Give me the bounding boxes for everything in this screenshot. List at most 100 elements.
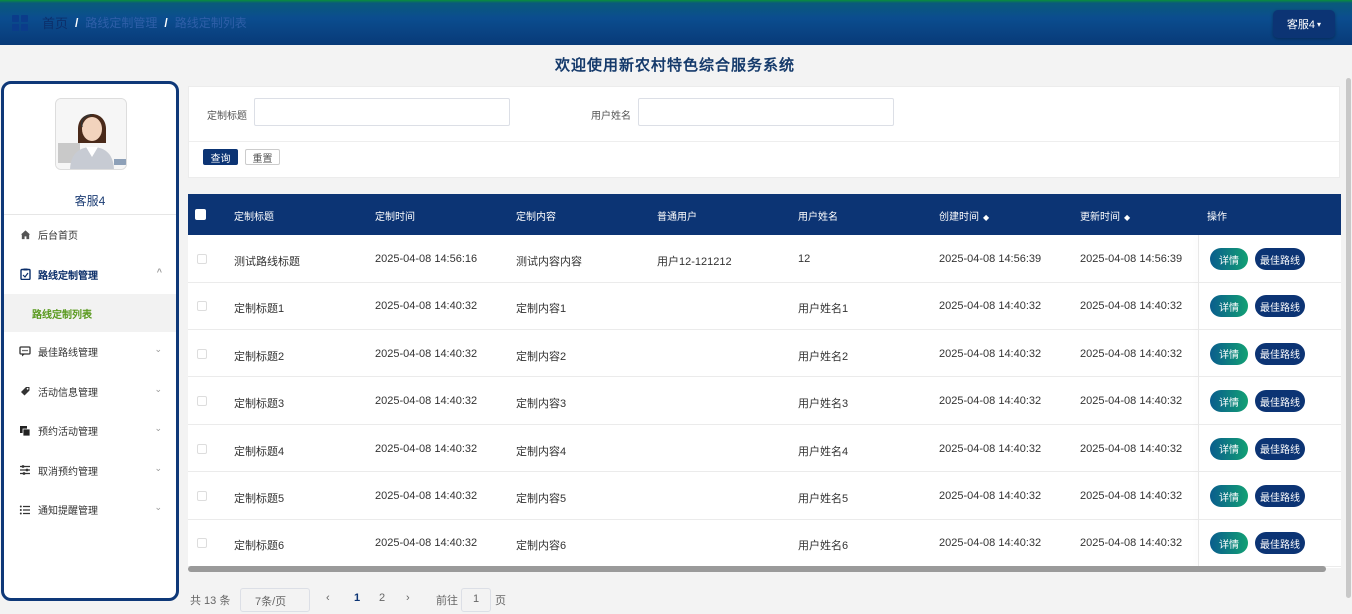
cell-user: 用户12-121212	[657, 256, 732, 268]
sidebar-item-label: 取消预约管理	[38, 466, 98, 478]
sidebar-item-label: 预约活动管理	[38, 427, 98, 439]
row-checkbox[interactable]	[197, 396, 207, 407]
breadcrumb-home[interactable]: 首页	[42, 13, 68, 32]
cell-name: 用户姓名2	[798, 350, 849, 363]
detail-button[interactable]: 详情	[1210, 532, 1248, 555]
column-header-sortable[interactable]: 更新时间 ◆	[1080, 208, 1130, 223]
chevron-down-icon: ⌄	[154, 344, 162, 354]
detail-button[interactable]: 详情	[1210, 437, 1248, 460]
breadcrumb-route-manage[interactable]: 路线定制管理	[85, 14, 157, 31]
menu-grid-icon[interactable]	[12, 14, 28, 31]
cell-content: 定制内容1	[516, 303, 567, 316]
best-route-button[interactable]: 最佳路线	[1255, 390, 1305, 413]
sidebar-item-label: 最佳路线管理	[38, 348, 98, 360]
chevron-down-icon: ⌄	[154, 383, 162, 394]
row-checkbox[interactable]	[197, 491, 207, 501]
cell-name: 用户姓名5	[798, 493, 849, 505]
reset-button[interactable]: 重置	[245, 149, 280, 165]
vertical-scrollbar[interactable]	[1346, 78, 1351, 598]
sidebar-item-label: 通知提醒管理	[38, 506, 98, 518]
table-row: 定制标题6 2025-04-08 14:40:32 定制内容6 用户姓名6 2025-0…	[188, 519, 1341, 567]
select-all-checkbox[interactable]	[195, 209, 206, 220]
page-size-select[interactable]: 7条/页	[240, 588, 310, 612]
best-route-button[interactable]: 最佳路线	[1255, 342, 1305, 365]
cell-title: 定制标题1	[234, 303, 285, 316]
breadcrumb-route-list: 路线定制列表	[174, 16, 247, 30]
sidebar-item-cancel-booking[interactable]: 取消预约管理 ⌄	[4, 451, 176, 491]
page-title: 欢迎使用新农村特色综合服务系统	[554, 57, 795, 74]
sidebar-item-route-custom[interactable]: 路线定制管理 ^	[4, 255, 176, 295]
horizontal-scrollbar[interactable]	[188, 566, 1326, 572]
chevron-down-icon: ⌄	[154, 423, 162, 433]
column-header: 普通用户	[657, 212, 697, 223]
cell-content: 定制内容2	[516, 350, 567, 363]
cell-content: 定制内容3	[516, 398, 567, 411]
best-route-button[interactable]: 最佳路线	[1255, 295, 1305, 318]
cell-time: 2025-04-08 14:40:32	[375, 490, 478, 502]
prev-page-icon[interactable]: ‹	[326, 592, 330, 604]
data-table: 定制标题 定制时间 定制内容 普通用户 用户姓名 创建时间 ◆ 更新时间 ◆ 操作 …	[188, 194, 1341, 568]
goto-label: 前往	[436, 595, 458, 607]
best-route-button[interactable]: 最佳路线	[1255, 485, 1305, 507]
row-checkbox[interactable]	[197, 443, 207, 454]
sidebar-item-best-route[interactable]: 最佳路线管理 ⌄	[4, 332, 176, 372]
column-header-sortable[interactable]: 创建时间 ◆	[939, 208, 989, 223]
top-bar: 首页 / 路线定制管理 / 路线定制列表 客服4 ▾	[0, 0, 1352, 45]
detail-button[interactable]: 详情	[1210, 248, 1248, 270]
total-count: 共 13 条	[190, 595, 231, 607]
fixed-column-divider	[1198, 235, 1199, 568]
page-suffix: 页	[495, 595, 506, 607]
column-header: 操作	[1207, 212, 1227, 223]
goto-page-input[interactable]: 1	[461, 588, 491, 612]
sidebar-item-booking[interactable]: 预约活动管理 ⌄	[4, 411, 176, 451]
title-search-input[interactable]	[254, 98, 510, 126]
query-button[interactable]: 查询	[203, 149, 238, 165]
home-icon	[18, 229, 32, 240]
tag-icon	[18, 385, 32, 397]
cell-name: 用户姓名4	[798, 445, 849, 458]
cell-created: 2025-04-08 14:40:32	[939, 537, 1042, 550]
chevron-down-icon: ⌄	[154, 502, 162, 512]
sidebar-item-notification[interactable]: 通知提醒管理 ⌄	[4, 490, 176, 530]
best-route-button[interactable]: 最佳路线	[1255, 248, 1305, 270]
column-header-label: 更新时间	[1080, 212, 1120, 223]
name-search-input[interactable]	[638, 98, 894, 126]
page-number-1[interactable]: 1	[354, 592, 360, 604]
cell-created: 2025-04-08 14:40:32	[939, 347, 1042, 360]
cell-title: 定制标题6	[234, 540, 285, 553]
best-route-button[interactable]: 最佳路线	[1255, 437, 1305, 460]
page-number-2[interactable]: 2	[379, 592, 385, 604]
cell-time: 2025-04-08 14:40:32	[375, 395, 478, 408]
row-checkbox[interactable]	[197, 301, 207, 312]
column-header: 定制内容	[516, 212, 556, 223]
best-route-button[interactable]: 最佳路线	[1255, 532, 1305, 555]
column-header: 定制标题	[234, 212, 274, 223]
sidebar-subitem-route-list[interactable]: 路线定制列表	[4, 294, 176, 332]
next-page-icon[interactable]: ›	[406, 592, 410, 604]
table-row: 定制标题1 2025-04-08 14:40:32 定制内容1 用户姓名1 2025-0…	[188, 282, 1341, 330]
row-checkbox[interactable]	[197, 254, 207, 264]
clipboard-icon	[18, 268, 32, 281]
cell-title: 定制标题2	[234, 350, 285, 363]
user-menu-button[interactable]: 客服4 ▾	[1273, 10, 1335, 38]
detail-button[interactable]: 详情	[1210, 342, 1248, 365]
column-header: 定制时间	[375, 212, 415, 223]
sidebar-item-activity-info[interactable]: 活动信息管理 ⌄	[4, 372, 176, 412]
column-header: 用户姓名	[798, 212, 838, 223]
message-icon	[18, 346, 32, 357]
cell-name: 12	[798, 253, 811, 265]
pagination: 共 13 条 7条/页 ‹ 1 2 › 前往 1 页	[188, 588, 1328, 614]
sidebar-item-label: 活动信息管理	[38, 387, 98, 399]
row-checkbox[interactable]	[197, 348, 207, 359]
sliders-icon	[18, 464, 32, 476]
cell-time: 2025-04-08 14:56:16	[375, 253, 478, 265]
detail-button[interactable]: 详情	[1210, 390, 1248, 413]
breadcrumb-separator: /	[75, 15, 79, 30]
cell-created: 2025-04-08 14:40:32	[939, 395, 1042, 408]
detail-button[interactable]: 详情	[1210, 295, 1248, 318]
sidebar-item-home[interactable]: 后台首页	[4, 215, 176, 255]
detail-button[interactable]: 详情	[1210, 485, 1248, 507]
user-menu-label: 客服4	[1286, 19, 1316, 31]
row-checkbox[interactable]	[197, 538, 207, 549]
cell-created: 2025-04-08 14:40:32	[939, 442, 1042, 455]
